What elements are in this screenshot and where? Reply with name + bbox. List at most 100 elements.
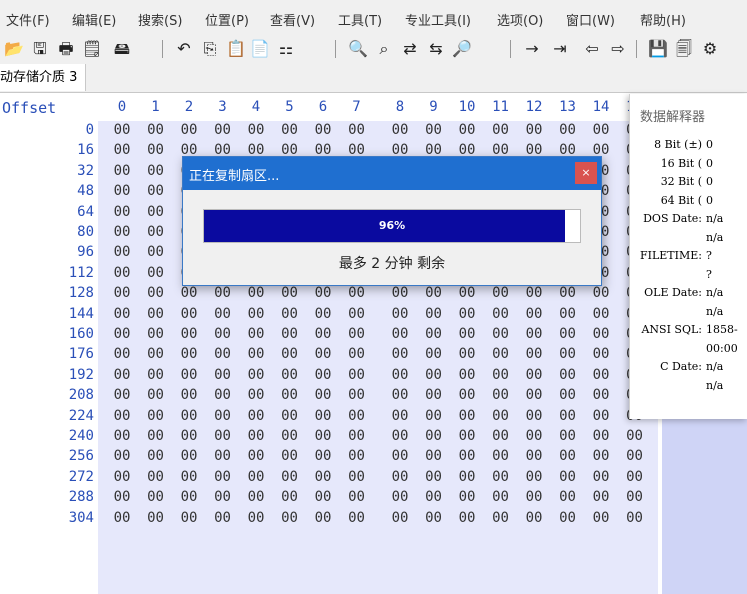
hex-byte[interactable]: 00 bbox=[623, 489, 647, 505]
hex-byte[interactable]: 00 bbox=[110, 285, 134, 301]
hex-byte[interactable]: 00 bbox=[110, 306, 134, 322]
hex-byte[interactable]: 00 bbox=[144, 367, 168, 383]
hex-byte[interactable]: 00 bbox=[422, 122, 446, 138]
find-next-icon[interactable]: 🔎 bbox=[452, 39, 472, 59]
hex-byte[interactable]: 00 bbox=[177, 428, 201, 444]
hex-byte[interactable]: 00 bbox=[211, 285, 235, 301]
hex-byte[interactable]: 00 bbox=[177, 122, 201, 138]
hex-byte[interactable]: 00 bbox=[422, 469, 446, 485]
hex-byte[interactable]: 00 bbox=[556, 122, 580, 138]
hex-byte[interactable]: 00 bbox=[455, 306, 479, 322]
hex-byte[interactable]: 00 bbox=[144, 448, 168, 464]
hex-byte[interactable]: 00 bbox=[211, 326, 235, 342]
hex-byte[interactable]: 00 bbox=[388, 285, 412, 301]
find-hex-icon[interactable]: ⌕ bbox=[374, 39, 394, 59]
save-icon[interactable]: 🖫 bbox=[30, 39, 50, 59]
hex-byte[interactable]: 00 bbox=[388, 408, 412, 424]
hex-byte[interactable]: 00 bbox=[489, 489, 513, 505]
hex-byte[interactable]: 00 bbox=[455, 510, 479, 526]
hex-byte[interactable]: 00 bbox=[422, 408, 446, 424]
hex-byte[interactable]: 00 bbox=[144, 142, 168, 158]
hex-byte[interactable]: 00 bbox=[311, 285, 335, 301]
hex-byte[interactable]: 00 bbox=[311, 387, 335, 403]
replace-hex-icon[interactable]: ⇆ bbox=[426, 39, 446, 59]
hex-byte[interactable]: 00 bbox=[110, 489, 134, 505]
hex-byte[interactable]: 00 bbox=[589, 306, 613, 322]
hex-byte[interactable]: 00 bbox=[522, 387, 546, 403]
hex-byte[interactable]: 00 bbox=[110, 183, 134, 199]
hex-byte[interactable]: 00 bbox=[489, 122, 513, 138]
hex-byte[interactable]: 00 bbox=[556, 448, 580, 464]
hex-byte[interactable]: 00 bbox=[110, 224, 134, 240]
hex-byte[interactable]: 00 bbox=[623, 510, 647, 526]
hex-byte[interactable]: 00 bbox=[345, 346, 369, 362]
hex-byte[interactable]: 00 bbox=[244, 326, 268, 342]
hex-byte[interactable]: 00 bbox=[455, 285, 479, 301]
hex-byte[interactable]: 00 bbox=[623, 469, 647, 485]
hex-byte[interactable]: 00 bbox=[522, 448, 546, 464]
hex-byte[interactable]: 00 bbox=[589, 387, 613, 403]
hex-byte[interactable]: 00 bbox=[455, 489, 479, 505]
hex-byte[interactable]: 00 bbox=[589, 489, 613, 505]
hex-byte[interactable]: 00 bbox=[278, 367, 302, 383]
hex-byte[interactable]: 00 bbox=[278, 306, 302, 322]
hex-byte[interactable]: 00 bbox=[144, 163, 168, 179]
hex-byte[interactable]: 00 bbox=[345, 469, 369, 485]
menu-item-9[interactable]: 帮助(H) bbox=[640, 10, 686, 29]
hex-byte[interactable]: 00 bbox=[278, 285, 302, 301]
hex-byte[interactable]: 00 bbox=[422, 428, 446, 444]
binary-icon[interactable]: ⚏ bbox=[276, 39, 296, 59]
hex-byte[interactable]: 00 bbox=[144, 306, 168, 322]
hex-byte[interactable]: 00 bbox=[244, 387, 268, 403]
hex-byte[interactable]: 00 bbox=[244, 428, 268, 444]
hex-byte[interactable]: 00 bbox=[311, 408, 335, 424]
hex-byte[interactable]: 00 bbox=[455, 326, 479, 342]
hex-byte[interactable]: 00 bbox=[556, 489, 580, 505]
hex-byte[interactable]: 00 bbox=[278, 448, 302, 464]
hex-byte[interactable]: 00 bbox=[211, 408, 235, 424]
hex-byte[interactable]: 00 bbox=[211, 306, 235, 322]
hex-byte[interactable]: 00 bbox=[345, 510, 369, 526]
hex-byte[interactable]: 00 bbox=[211, 122, 235, 138]
hex-byte[interactable]: 00 bbox=[345, 306, 369, 322]
hex-byte[interactable]: 00 bbox=[345, 408, 369, 424]
hex-byte[interactable]: 00 bbox=[522, 306, 546, 322]
hex-byte[interactable]: 00 bbox=[311, 428, 335, 444]
menu-item-2[interactable]: 搜索(S) bbox=[138, 10, 182, 29]
hex-byte[interactable]: 00 bbox=[244, 489, 268, 505]
hex-byte[interactable]: 00 bbox=[177, 285, 201, 301]
hex-byte[interactable]: 00 bbox=[422, 326, 446, 342]
hex-byte[interactable]: 00 bbox=[144, 204, 168, 220]
paste-special-icon[interactable]: 📄 bbox=[250, 39, 270, 59]
hex-byte[interactable]: 00 bbox=[110, 387, 134, 403]
menu-item-8[interactable]: 窗口(W) bbox=[566, 10, 615, 29]
hex-byte[interactable]: 00 bbox=[388, 367, 412, 383]
clone-icon[interactable]: 🗐 bbox=[674, 39, 694, 59]
hex-byte[interactable]: 00 bbox=[556, 469, 580, 485]
open-disk-icon[interactable]: 🖴 bbox=[112, 39, 132, 59]
hex-byte[interactable]: 00 bbox=[489, 367, 513, 383]
hex-byte[interactable]: 00 bbox=[556, 367, 580, 383]
hex-byte[interactable]: 00 bbox=[177, 346, 201, 362]
hex-byte[interactable]: 00 bbox=[455, 448, 479, 464]
hex-byte[interactable]: 00 bbox=[144, 489, 168, 505]
hex-byte[interactable]: 00 bbox=[522, 469, 546, 485]
hex-byte[interactable]: 00 bbox=[144, 408, 168, 424]
hex-byte[interactable]: 00 bbox=[489, 306, 513, 322]
hex-byte[interactable]: 00 bbox=[345, 122, 369, 138]
paste-icon[interactable]: 📋 bbox=[226, 39, 246, 59]
hex-byte[interactable]: 00 bbox=[177, 367, 201, 383]
hex-byte[interactable]: 00 bbox=[144, 326, 168, 342]
hex-byte[interactable]: 00 bbox=[211, 489, 235, 505]
hex-byte[interactable]: 00 bbox=[388, 387, 412, 403]
tools-icon[interactable]: ⚙ bbox=[700, 39, 720, 59]
hex-byte[interactable]: 00 bbox=[623, 428, 647, 444]
hex-byte[interactable]: 00 bbox=[556, 510, 580, 526]
menu-item-3[interactable]: 位置(P) bbox=[205, 10, 249, 29]
hex-byte[interactable]: 00 bbox=[311, 122, 335, 138]
hex-byte[interactable]: 00 bbox=[144, 122, 168, 138]
menu-item-4[interactable]: 查看(V) bbox=[270, 10, 315, 29]
hex-byte[interactable]: 00 bbox=[455, 367, 479, 383]
menu-item-5[interactable]: 工具(T) bbox=[338, 10, 382, 29]
hex-byte[interactable]: 00 bbox=[388, 489, 412, 505]
